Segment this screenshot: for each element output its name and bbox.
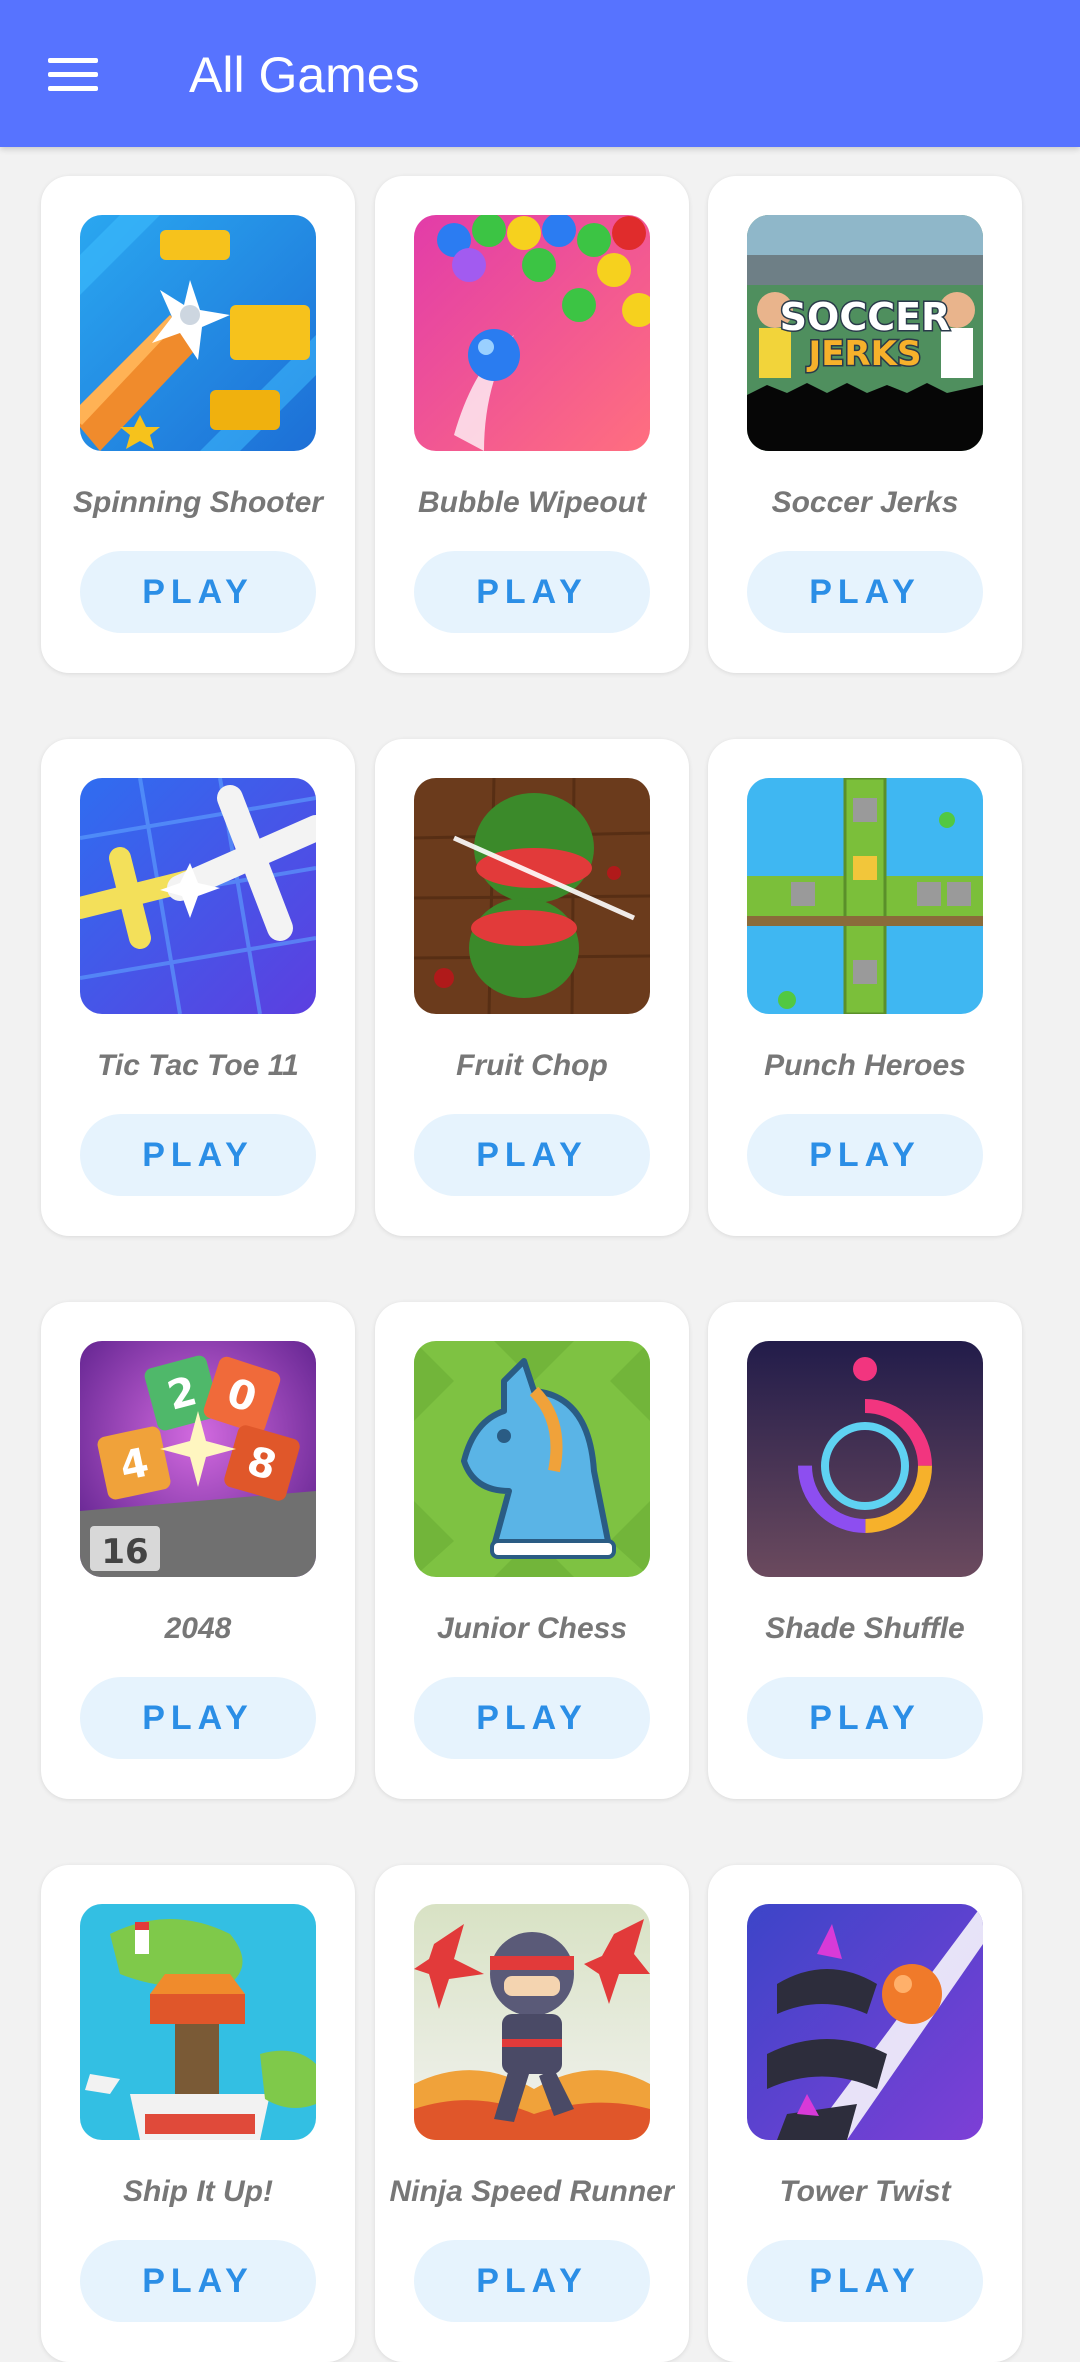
play-button[interactable]: PLAY [414, 551, 650, 633]
game-thumbnail-punch-heroes[interactable] [747, 778, 983, 1014]
game-card[interactable]: Shade Shuffle PLAY [708, 1302, 1022, 1799]
game-name: Tower Twist [779, 2175, 951, 2208]
game-thumbnail-bubble-wipeout[interactable] [414, 215, 650, 451]
game-thumbnail-spinning-shooter[interactable] [80, 215, 316, 451]
play-button[interactable]: PLAY [80, 551, 316, 633]
game-name: Ship It Up! [123, 2175, 273, 2208]
game-card[interactable]: Spinning Shooter PLAY [41, 176, 355, 673]
game-thumbnail-2048[interactable]: 16 4 2 0 8 [80, 1341, 316, 1577]
game-name: Fruit Chop [456, 1049, 608, 1082]
game-thumbnail-ninja-speed-runner[interactable] [414, 1904, 650, 2140]
app-bar: All Games [0, 0, 1080, 147]
play-button[interactable]: PLAY [747, 551, 983, 633]
play-button[interactable]: PLAY [414, 1114, 650, 1196]
page-title: All Games [189, 47, 420, 103]
game-thumbnail-tower-twist[interactable] [747, 1904, 983, 2140]
play-button[interactable]: PLAY [80, 1677, 316, 1759]
game-thumbnail-ship-it-up[interactable] [80, 1904, 316, 2140]
game-name: Soccer Jerks [771, 486, 959, 519]
play-button[interactable]: PLAY [747, 1114, 983, 1196]
svg-text:SOCCER: SOCCER [780, 295, 951, 339]
game-card[interactable]: Punch Heroes PLAY [708, 739, 1022, 1236]
game-thumbnail-soccer-jerks[interactable]: SOCCER JERKS [747, 215, 983, 451]
game-thumbnail-shade-shuffle[interactable] [747, 1341, 983, 1577]
game-name: Punch Heroes [764, 1049, 966, 1082]
game-card[interactable]: Ninja Speed Runner PLAY [375, 1865, 689, 2362]
game-name: Spinning Shooter [73, 486, 323, 519]
game-name: Bubble Wipeout [417, 486, 647, 519]
game-card[interactable]: Junior Chess PLAY [375, 1302, 689, 1799]
game-card[interactable]: Bubble Wipeout PLAY [375, 176, 689, 673]
game-card[interactable]: Tower Twist PLAY [708, 1865, 1022, 2362]
game-card[interactable]: Fruit Chop PLAY [375, 739, 689, 1236]
game-name: Shade Shuffle [765, 1612, 965, 1645]
game-card[interactable]: 16 4 2 0 8 2048 PLAY [41, 1302, 355, 1799]
game-name: Ninja Speed Runner [389, 2175, 675, 2208]
game-card[interactable]: SOCCER JERKS Soccer Jerks PLAY [708, 176, 1022, 673]
game-card[interactable]: Ship It Up! PLAY [41, 1865, 355, 2362]
game-thumbnail-junior-chess[interactable] [414, 1341, 650, 1577]
play-button[interactable]: PLAY [80, 1114, 316, 1196]
svg-text:16: 16 [101, 1532, 148, 1572]
svg-text:JERKS: JERKS [807, 334, 922, 374]
game-thumbnail-tic-tac-toe-11[interactable] [80, 778, 316, 1014]
game-name: 2048 [164, 1612, 232, 1645]
game-card[interactable]: Tic Tac Toe 11 PLAY [41, 739, 355, 1236]
play-button[interactable]: PLAY [414, 1677, 650, 1759]
game-thumbnail-fruit-chop[interactable] [414, 778, 650, 1014]
hamburger-menu-icon[interactable] [38, 45, 108, 105]
play-button[interactable]: PLAY [747, 1677, 983, 1759]
game-name: Junior Chess [436, 1612, 628, 1645]
game-name: Tic Tac Toe 11 [97, 1049, 299, 1082]
